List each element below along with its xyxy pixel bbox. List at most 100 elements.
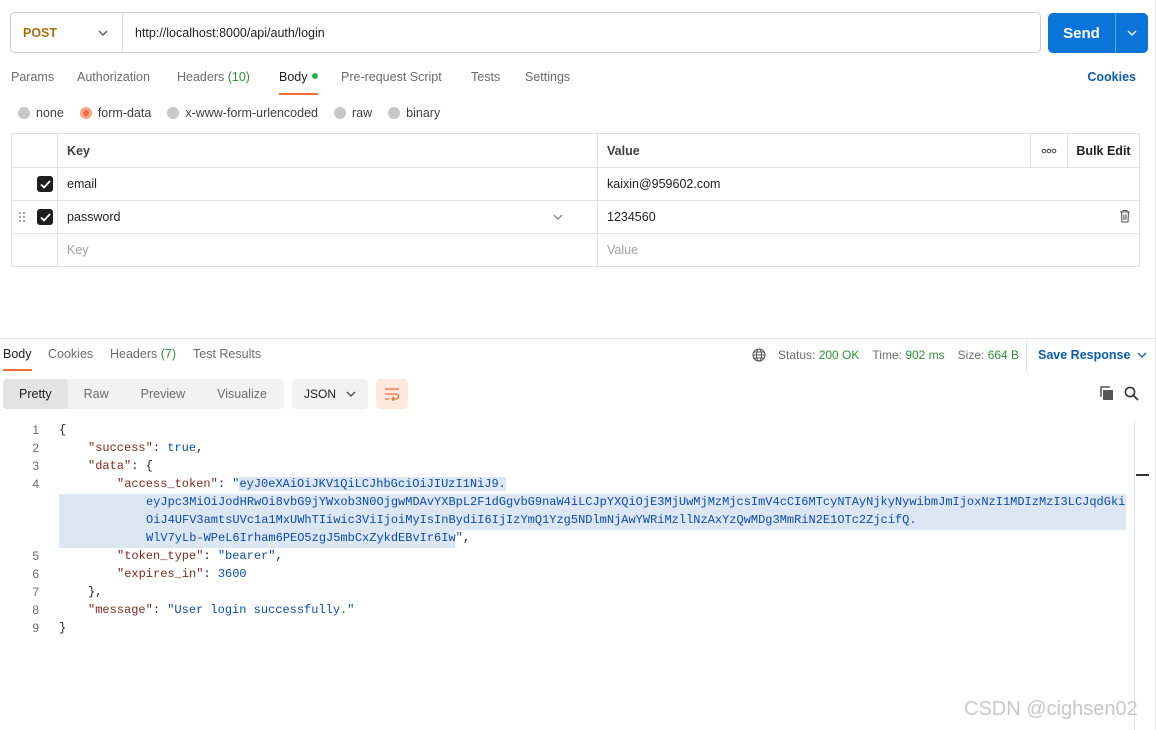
table-row: email kaixin@959602.com <box>12 167 1139 200</box>
key-column-header: Key <box>58 134 598 167</box>
radio-x-www-form-urlencoded[interactable]: x-www-form-urlencoded <box>167 106 318 120</box>
tab-pre-request-script[interactable]: Pre-request Script <box>341 60 442 94</box>
code-line: "token_type": "bearer", <box>117 549 283 563</box>
wrap-lines-button[interactable] <box>376 379 408 409</box>
size-label: Size: <box>957 348 985 362</box>
drag-handle-icon[interactable] <box>18 211 26 223</box>
more-icon <box>1041 148 1057 153</box>
view-visualize[interactable]: Visualize <box>201 379 283 409</box>
request-tabs: Params Authorization Headers (10) Body P… <box>0 60 1156 96</box>
response-status-area: Status: 200 OK Time: 902 ms Size: 664 B <box>752 339 1019 371</box>
view-raw[interactable]: Raw <box>68 379 125 409</box>
body-type-options: none form-data x-www-form-urlencoded raw… <box>18 104 456 122</box>
json-value: eyJ0eXAiOiJKV1QiLCJhbGciOiJIUzI1NiJ9. <box>239 477 506 491</box>
format-select[interactable]: JSON <box>292 379 368 409</box>
view-preview[interactable]: Preview <box>125 379 201 409</box>
json-key: "message" <box>88 603 153 617</box>
line-number: 6 <box>32 567 39 581</box>
response-tab-body[interactable]: Body <box>3 339 32 371</box>
tab-body[interactable]: Body <box>279 60 318 95</box>
json-value: "bearer" <box>217 549 276 563</box>
time-value[interactable]: 902 ms <box>905 348 944 362</box>
json-value: WlV7yLb-WPeL6Irham6PEO5zgJ5mbCxZykdEBvIr… <box>146 531 456 545</box>
check-icon <box>39 212 51 222</box>
radio-circle <box>388 107 401 119</box>
value-column-header: Value <box>607 143 640 158</box>
url-input[interactable] <box>123 13 1040 52</box>
send-options-button[interactable] <box>1115 13 1148 53</box>
tab-headers[interactable]: Headers (10) <box>177 60 250 94</box>
send-button[interactable]: Send <box>1048 13 1148 53</box>
value-cell[interactable]: kaixin@959602.com <box>598 168 1139 200</box>
line-number: 9 <box>32 621 39 635</box>
cookies-link[interactable]: Cookies <box>1087 60 1136 94</box>
chevron-down-icon[interactable] <box>553 212 563 222</box>
tab-params[interactable]: Params <box>11 60 54 94</box>
method-select[interactable]: POST <box>11 13 123 52</box>
save-response-button[interactable]: Save Response <box>1026 339 1147 371</box>
wrap-lines-icon <box>385 388 400 401</box>
method-label: POST <box>23 25 58 40</box>
headers-count: (10) <box>227 70 250 84</box>
radio-circle <box>334 107 346 119</box>
json-key: "expires_in" <box>117 567 204 581</box>
json-key: "access_token" <box>117 477 218 491</box>
response-body-code[interactable]: 1 2 3 4 5 6 7 8 9 { "success": true, "da… <box>0 421 1134 730</box>
copy-icon[interactable] <box>1099 386 1114 401</box>
status-label: Status: <box>778 348 816 362</box>
response-tab-cookies[interactable]: Cookies <box>48 339 93 371</box>
radio-circle <box>167 107 180 119</box>
tab-authorization[interactable]: Authorization <box>77 60 150 94</box>
tab-tests[interactable]: Tests <box>471 60 500 94</box>
line-number: 2 <box>32 441 39 455</box>
time-label: Time: <box>872 348 902 362</box>
json-key: "success" <box>88 441 153 455</box>
response-tab-test-results[interactable]: Test Results <box>193 339 261 371</box>
code-line: } <box>59 621 67 635</box>
code-scrollbar[interactable] <box>1134 421 1156 730</box>
more-options-button[interactable] <box>1030 134 1067 167</box>
radio-circle <box>18 107 30 119</box>
radio-form-data[interactable]: form-data <box>79 106 151 120</box>
scroll-marker <box>1136 474 1149 476</box>
code-line: eyJpc3MiOiJodHRwOi8vbG9jYWxob3N0OjgwMDAv… <box>146 495 1126 509</box>
key-cell[interactable]: password <box>58 201 598 233</box>
json-key: "data" <box>88 459 132 473</box>
view-pretty[interactable]: Pretty <box>3 379 68 409</box>
key-cell[interactable]: email <box>58 168 598 200</box>
line-number: 3 <box>32 459 39 473</box>
new-value-input[interactable]: Value <box>598 234 1139 266</box>
json-key: "token_type" <box>117 549 204 563</box>
response-tab-headers[interactable]: Headers (7) <box>110 339 176 371</box>
row-checkbox[interactable] <box>37 176 53 192</box>
chevron-down-icon <box>1137 352 1147 358</box>
request-url-bar: POST <box>10 12 1041 53</box>
tab-settings[interactable]: Settings <box>525 60 570 94</box>
search-icon[interactable] <box>1124 386 1139 401</box>
radio-none[interactable]: none <box>18 106 64 120</box>
json-value: 3600 <box>217 567 247 581</box>
line-number: 1 <box>32 423 39 437</box>
globe-icon[interactable] <box>752 348 766 362</box>
code-line: "message": "User login successfully." <box>88 603 355 617</box>
row-checkbox-cell <box>12 201 58 233</box>
view-mode-switch: Pretty Raw Preview Visualize <box>3 379 284 409</box>
response-headers-count: (7) <box>160 347 177 361</box>
code-line: }, <box>88 585 103 599</box>
radio-binary[interactable]: binary <box>388 106 440 120</box>
size-value[interactable]: 664 B <box>988 348 1019 362</box>
row-checkbox[interactable] <box>37 209 53 225</box>
value-cell[interactable]: 1234560 <box>598 201 1139 233</box>
new-key-input[interactable]: Key <box>58 234 598 266</box>
status-value[interactable]: 200 OK <box>819 348 860 362</box>
trash-icon[interactable] <box>1119 209 1131 223</box>
line-number: 4 <box>32 477 39 491</box>
bulk-edit-button[interactable]: Bulk Edit <box>1067 134 1139 167</box>
send-label: Send <box>1063 24 1100 42</box>
code-line: WlV7yLb-WPeL6Irham6PEO5zgJ5mbCxZykdEBvIr… <box>146 531 471 545</box>
code-line: "expires_in": 3600 <box>117 567 247 581</box>
radio-raw[interactable]: raw <box>334 106 372 120</box>
json-value: "User login successfully." <box>167 603 355 617</box>
radio-circle-checked <box>79 107 92 119</box>
code-line: OiJ4UFV3amtsUVc1a1MxUWhTIiwic3ViIjoiMyIs… <box>146 513 917 527</box>
